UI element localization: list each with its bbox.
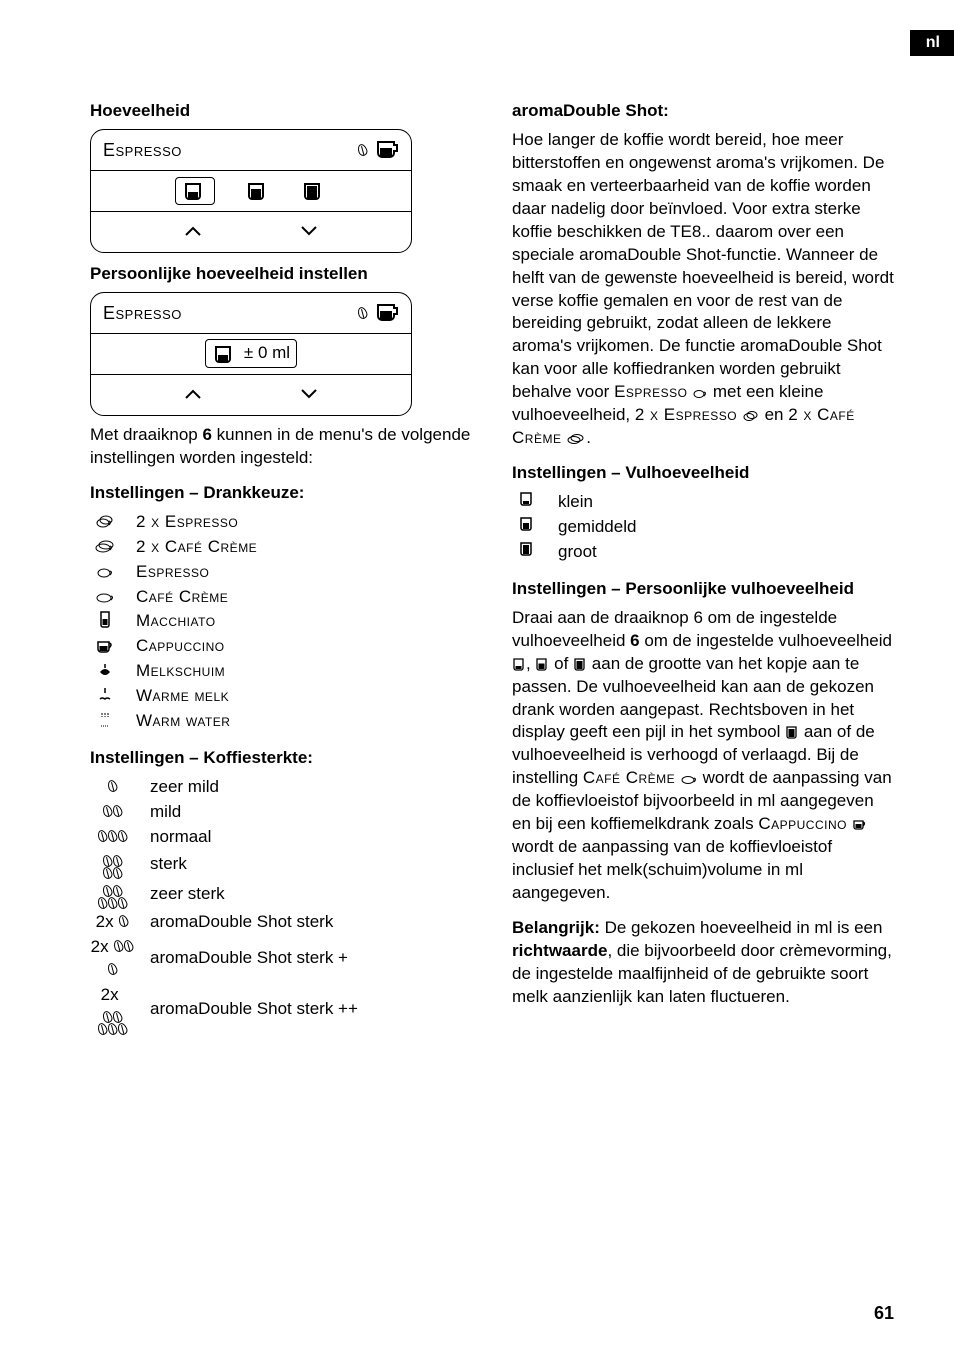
strength-icon-3 — [90, 826, 134, 849]
two-espresso-icon — [742, 410, 760, 422]
cup-large-icon — [573, 658, 587, 671]
cup-option-small-selected — [175, 177, 215, 205]
drink-list: 2 x Espresso 2 x Café Crème Espresso Caf… — [90, 511, 472, 733]
cup-small-icon — [512, 491, 542, 514]
drink-label: 2 x Espresso — [136, 511, 238, 534]
personal-fill-paragraph: Draai aan de draaiknop 6 om de ingesteld… — [512, 607, 894, 905]
heading-amount: Hoeveelheid — [90, 100, 472, 123]
hotwater-icon — [90, 710, 120, 733]
strength-label: normaal — [150, 826, 211, 849]
two-espresso-icon — [90, 511, 120, 534]
cafecreme-icon — [680, 774, 698, 785]
strength-icon-5 — [90, 881, 134, 909]
cup-small-icon — [182, 180, 208, 202]
fill-label: klein — [558, 491, 593, 514]
drink-label: Macchiato — [136, 610, 216, 633]
language-tag: nl — [910, 30, 954, 56]
display-panel-amount: Espresso — [90, 129, 412, 253]
two-cafecreme-icon — [90, 536, 120, 559]
drink-label: Warm water — [136, 710, 230, 733]
fill-list: klein gemiddeld groot — [512, 491, 894, 564]
fill-label: groot — [558, 541, 597, 564]
strength-icon-6: 2x — [90, 911, 134, 934]
ml-value-box: ± 0 ml — [205, 339, 297, 368]
cappuccino-icon — [852, 818, 868, 831]
strength-list: zeer mild mild normaal sterk zeer sterk … — [90, 776, 472, 1035]
drink-label: 2 x Café Crème — [136, 536, 257, 559]
panel-title: Espresso — [91, 138, 182, 162]
cappuccino-icon — [90, 635, 120, 658]
cup-small-icon — [212, 343, 238, 365]
cup-medium-icon — [512, 516, 542, 539]
bean-icon — [356, 143, 369, 157]
cup-medium-icon — [245, 180, 271, 202]
heading-drink-choice: Instellingen – Drankkeuze: — [90, 482, 472, 505]
intro-paragraph: Met draaiknop 6 kunnen in de menu's de v… — [90, 424, 472, 470]
strength-label: sterk — [150, 853, 187, 876]
heading-personal-fill: Instellingen – Persoonlijke vulhoeveelhe… — [512, 578, 894, 601]
heading-fill: Instellingen – Vulhoeveelheid — [512, 462, 894, 485]
ml-value: ± 0 ml — [244, 342, 290, 365]
strength-label: aromaDouble Shot sterk — [150, 911, 333, 934]
panel-title: Espresso — [91, 301, 182, 325]
heading-personal-amount: Persoonlijke hoeveelheid instellen — [90, 263, 472, 286]
right-column: aromaDouble Shot: Hoe langer de koffie w… — [512, 90, 894, 1049]
fill-label: gemiddeld — [558, 516, 636, 539]
strength-icon-4 — [90, 851, 134, 879]
bean-icon — [356, 306, 369, 320]
cup-medium-icon — [375, 139, 401, 161]
drink-label: Cappuccino — [136, 635, 225, 658]
cup-medium-icon — [375, 302, 401, 324]
cup-medium-icon — [535, 658, 549, 671]
drink-label: Melkschuim — [136, 660, 225, 683]
strength-icon-7: 2x — [90, 936, 134, 982]
strength-label: aromaDouble Shot sterk + — [150, 947, 348, 970]
strength-label: zeer sterk — [150, 883, 225, 906]
display-panel-personal: Espresso ± 0 ml — [90, 292, 412, 416]
drink-label: Café Crème — [136, 586, 228, 609]
milkfoam-icon — [90, 660, 120, 683]
aromadouble-paragraph: Hoe langer de koffie wordt bereid, hoe m… — [512, 129, 894, 450]
strength-label: aromaDouble Shot sterk ++ — [150, 998, 358, 1021]
warmmilk-icon — [90, 685, 120, 708]
strength-icon-1 — [90, 776, 134, 799]
strength-icon-8: 2x — [90, 984, 134, 1035]
espresso-icon — [90, 561, 120, 584]
drink-label: Espresso — [136, 561, 209, 584]
cup-large-icon — [512, 541, 542, 564]
strength-label: zeer mild — [150, 776, 219, 799]
left-column: Hoeveelheid Espresso — [90, 90, 472, 1049]
heading-strength: Instellingen – Koffiesterkte: — [90, 747, 472, 770]
arrow-down-icon — [301, 220, 317, 243]
espresso-icon — [692, 388, 708, 399]
cup-small-icon — [512, 658, 526, 671]
drink-label: Warme melk — [136, 685, 229, 708]
cup-large-icon — [785, 726, 799, 739]
heading-aromadouble: aromaDouble Shot: — [512, 100, 894, 123]
cafecreme-icon — [90, 586, 120, 609]
macchiato-icon — [90, 610, 120, 633]
strength-icon-2 — [90, 801, 134, 824]
cup-large-icon — [301, 180, 327, 202]
important-paragraph: Belangrijk: De gekozen hoeveelheid in ml… — [512, 917, 894, 1009]
two-cafecreme-icon — [566, 433, 586, 445]
arrow-up-icon — [185, 220, 201, 243]
page-number: 61 — [874, 1303, 894, 1324]
strength-label: mild — [150, 801, 181, 824]
arrow-down-icon — [301, 383, 317, 406]
arrow-up-icon — [185, 383, 201, 406]
